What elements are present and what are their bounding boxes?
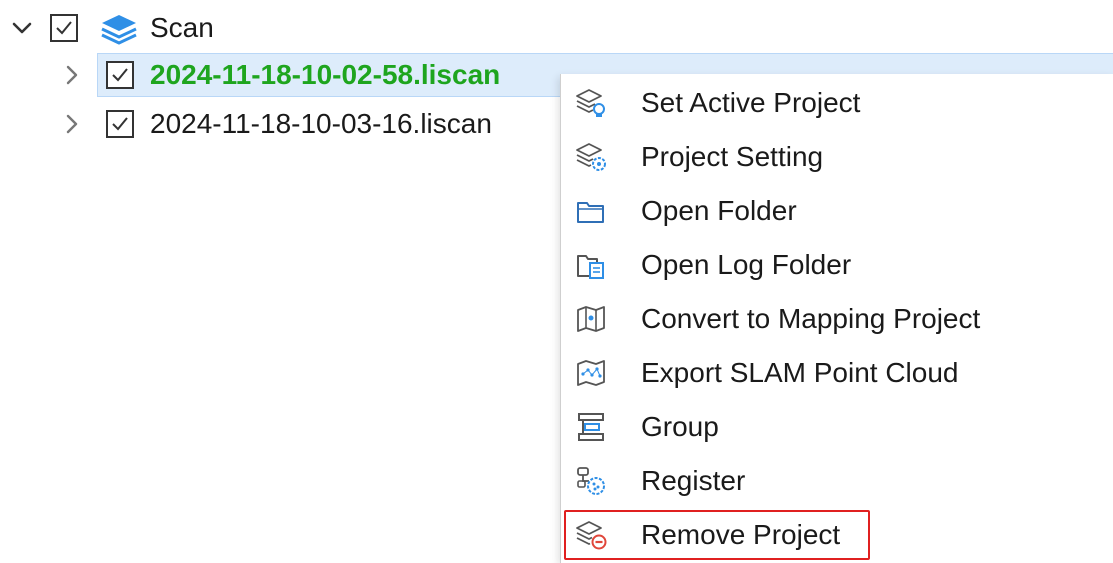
tree-item-checkbox[interactable] [106, 61, 134, 89]
layers-icon [101, 15, 137, 45]
tree-root-row[interactable]: Scan [0, 8, 400, 48]
menu-item-register[interactable]: Register [561, 454, 1113, 508]
tree-item-checkbox[interactable] [106, 110, 134, 138]
menu-item-label: Project Setting [641, 141, 824, 172]
tree-item-label: 2024-11-18-10-02-58.liscan [150, 59, 501, 90]
menu-item-label: Group [641, 411, 719, 442]
menu-item-label: Open Folder [641, 195, 797, 226]
tree-item-row[interactable]: 2024-11-18-10-02-58.liscan [0, 53, 560, 97]
log-folder-icon [577, 255, 604, 279]
folder-icon [577, 202, 604, 223]
menu-item-convert-to-mapping-project[interactable]: Convert to Mapping Project [561, 292, 1113, 346]
set-active-project-icon [576, 89, 605, 117]
menu-item-open-folder[interactable]: Open Folder [561, 184, 1113, 238]
checkmark-icon [56, 21, 72, 35]
highlight-box [564, 510, 870, 560]
point-cloud-map-icon [577, 360, 605, 386]
context-menu: Set Active Project Project Setting Open … [560, 74, 1113, 563]
register-icon [577, 467, 605, 495]
tree-root-checkbox[interactable] [50, 14, 78, 42]
project-setting-icon [576, 143, 606, 171]
menu-item-open-log-folder[interactable]: Open Log Folder [561, 238, 1113, 292]
menu-item-label: Export SLAM Point Cloud [641, 357, 959, 388]
menu-item-label: Open Log Folder [641, 249, 852, 280]
map-icon [577, 306, 605, 332]
chevron-right-icon[interactable] [60, 112, 84, 136]
tree-root-label: Scan [150, 12, 214, 43]
tree-item-row[interactable]: 2024-11-18-10-03-16.liscan [0, 102, 560, 146]
menu-item-label: Register [641, 465, 746, 496]
menu-item-group[interactable]: Group [561, 400, 1113, 454]
chevron-down-icon[interactable] [10, 16, 34, 40]
menu-item-project-setting[interactable]: Project Setting [561, 130, 1113, 184]
menu-item-label: Convert to Mapping Project [641, 303, 981, 334]
tree-item-label: 2024-11-18-10-03-16.liscan [150, 108, 492, 139]
checkmark-icon [112, 117, 128, 131]
menu-item-set-active-project[interactable]: Set Active Project [561, 76, 1113, 130]
menu-item-export-slam-point-cloud[interactable]: Export SLAM Point Cloud [561, 346, 1113, 400]
chevron-right-icon[interactable] [60, 63, 84, 87]
menu-item-label: Set Active Project [641, 87, 861, 118]
group-icon [578, 413, 604, 441]
checkmark-icon [112, 68, 128, 82]
